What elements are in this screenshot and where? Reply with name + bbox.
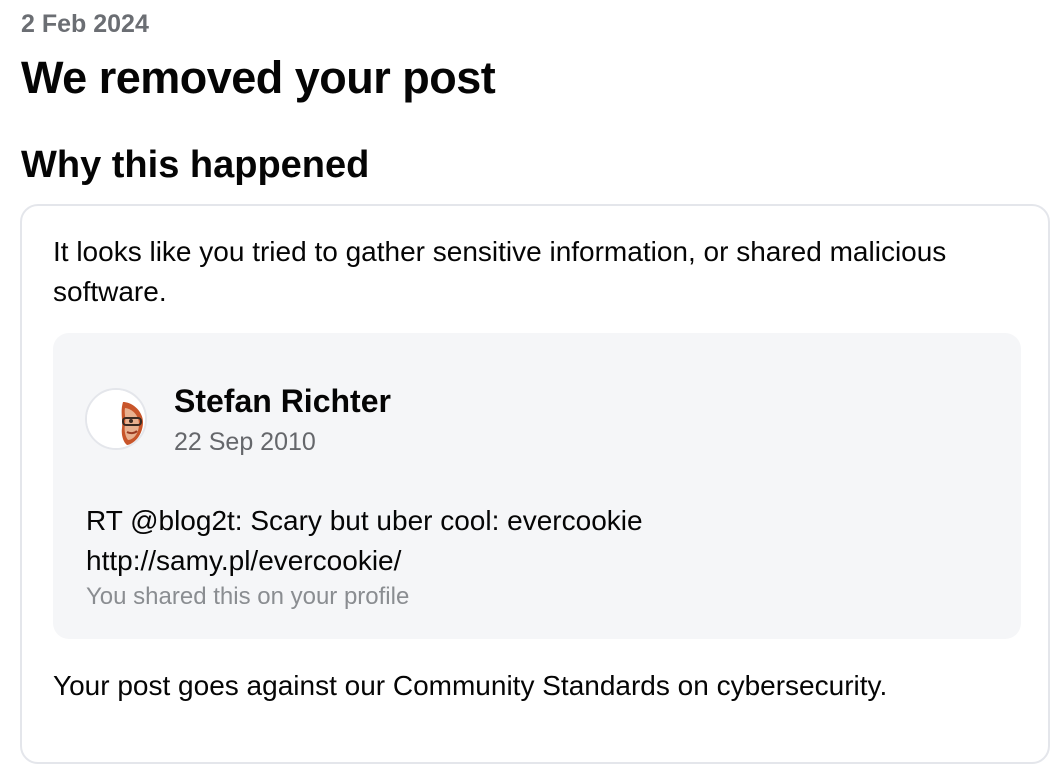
profile-photo-icon [87,390,145,448]
post-text-line: RT @blog2t: Scary but uber cool: evercoo… [86,505,643,536]
why-heading: Why this happened [21,144,370,186]
reason-card: It looks like you tried to gather sensit… [20,204,1050,764]
notice-date: 2 Feb 2024 [21,10,149,38]
post-author[interactable]: Stefan Richter [174,383,391,420]
standards-text: Your post goes against our Community Sta… [53,670,888,701]
post-link[interactable]: http://samy.pl/evercookie/ [86,541,986,581]
avatar[interactable] [85,388,147,450]
reason-text: It looks like you tried to gather sensit… [53,236,947,307]
post-date: 22 Sep 2010 [174,428,316,456]
removed-post-preview[interactable]: Stefan Richter 22 Sep 2010 RT @blog2t: S… [53,333,1021,639]
shared-note: You shared this on your profile [86,583,410,610]
post-body: RT @blog2t: Scary but uber cool: evercoo… [86,501,986,581]
page-title: We removed your post [21,52,496,103]
